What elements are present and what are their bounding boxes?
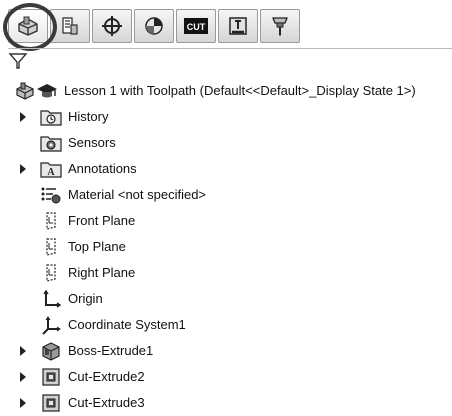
history-folder-icon (40, 107, 62, 127)
tree-item-label: Sensors (68, 135, 116, 150)
svg-text:A: A (47, 167, 55, 178)
tree-item-history[interactable]: History (0, 104, 452, 130)
manager-tab-bar: CUT (8, 8, 302, 44)
expand-arrow-icon[interactable] (20, 372, 26, 382)
expand-arrow-icon[interactable] (20, 398, 26, 408)
plane-icon (40, 263, 62, 283)
tree-item-sensors[interactable]: Sensors (0, 130, 452, 156)
coordinate-system-icon (40, 315, 62, 335)
plane-icon (40, 211, 62, 231)
sensors-folder-icon (40, 133, 62, 153)
tab-cam-operation-tree[interactable] (218, 9, 258, 43)
tree-item-coordinate-system[interactable]: Coordinate System1 (0, 312, 452, 338)
plane-icon (40, 237, 62, 257)
tab-property-manager[interactable] (50, 9, 90, 43)
tab-cam-feature-tree[interactable]: CUT (176, 9, 216, 43)
tree-item-label: History (68, 109, 109, 124)
tree-root-label: Lesson 1 with Toolpath (Default<<Default… (64, 83, 416, 98)
cut-extrude-icon (40, 393, 62, 413)
tree-item-label: Origin (68, 291, 103, 306)
tree-item-label: Material <not specified> (68, 187, 207, 202)
cam-icon: CUT (184, 18, 208, 34)
tree-item-top-plane[interactable]: Top Plane (0, 234, 452, 260)
tab-dimxpert-manager[interactable] (134, 9, 174, 43)
tab-cam-tool-tree[interactable] (260, 9, 300, 43)
cam-tool-icon (272, 17, 288, 36)
material-icon (40, 185, 62, 205)
part-icon (14, 81, 36, 101)
filter-icon[interactable] (8, 52, 28, 70)
origin-icon (40, 289, 62, 309)
tree-item-material[interactable]: Material <not specified> (0, 182, 452, 208)
property-manager-icon (62, 17, 78, 35)
tree-item-boss-extrude1[interactable]: Boss-Extrude1 (0, 338, 452, 364)
boss-extrude-icon (40, 341, 62, 361)
tree-item-label: Cut-Extrude2 (68, 369, 145, 384)
tree-item-label: Boss-Extrude1 (68, 343, 154, 358)
dimxpert-icon (145, 17, 163, 35)
expand-arrow-icon[interactable] (20, 112, 26, 122)
tree-item-cut-extrude2[interactable]: Cut-Extrude2 (0, 364, 452, 390)
expand-arrow-icon[interactable] (20, 346, 26, 356)
tab-divider (8, 48, 452, 49)
tree-item-cut-extrude3[interactable]: Cut-Extrude3 (0, 390, 452, 416)
tree-item-front-plane[interactable]: Front Plane (0, 208, 452, 234)
tree-item-label: Front Plane (68, 213, 136, 228)
feature-tree: Lesson 1 with Toolpath (Default<<Default… (0, 78, 452, 416)
svg-text:CUT: CUT (187, 22, 206, 32)
feature-manager-icon (18, 16, 38, 36)
configuration-manager-icon (102, 16, 122, 36)
tab-configuration-manager[interactable] (92, 9, 132, 43)
cam-operation-icon (229, 17, 247, 35)
tab-feature-manager[interactable] (8, 9, 48, 43)
annotations-folder-icon: A (40, 159, 62, 179)
tree-item-label: Annotations (68, 161, 137, 176)
tree-item-label: Cut-Extrude3 (68, 395, 145, 410)
cut-extrude-icon (40, 367, 62, 387)
tree-item-right-plane[interactable]: Right Plane (0, 260, 452, 286)
tree-item-label: Coordinate System1 (68, 317, 186, 332)
lesson-cap-icon (36, 81, 58, 101)
expand-arrow-icon[interactable] (20, 164, 26, 174)
tree-item-label: Right Plane (68, 265, 136, 280)
tree-root[interactable]: Lesson 1 with Toolpath (Default<<Default… (0, 78, 452, 104)
tree-item-annotations[interactable]: A Annotations (0, 156, 452, 182)
tree-item-origin[interactable]: Origin (0, 286, 452, 312)
tree-item-label: Top Plane (68, 239, 126, 254)
